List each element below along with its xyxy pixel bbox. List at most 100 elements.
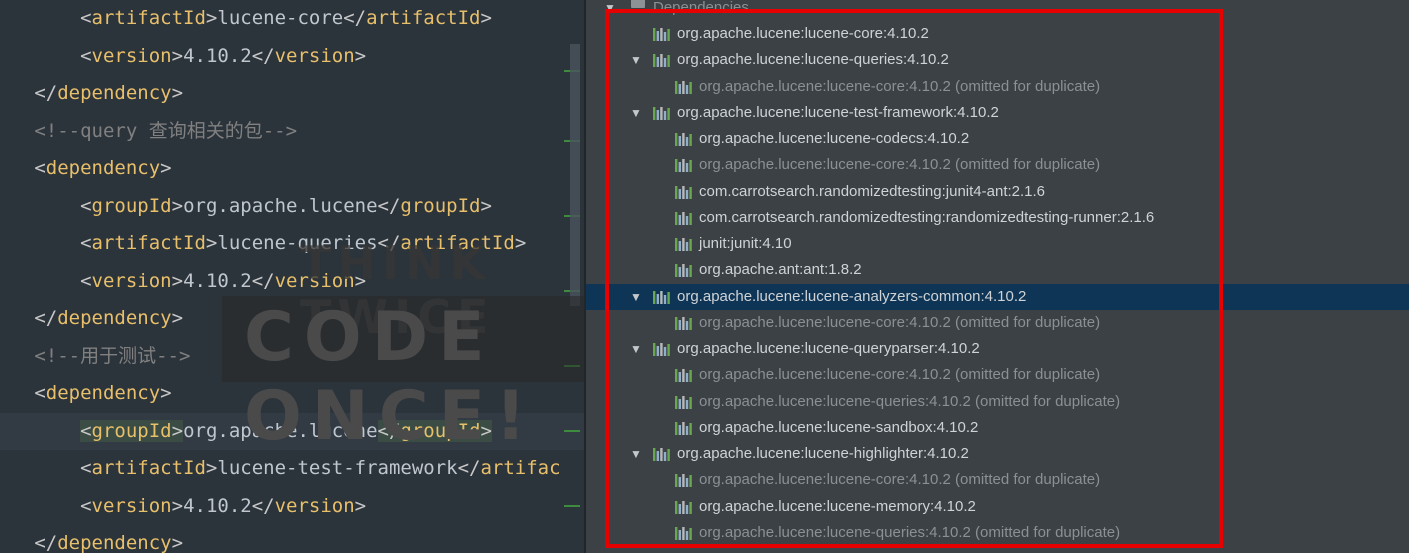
artifact-coordinate: org.apache.lucene:lucene-core:4.10.2: [699, 471, 951, 489]
artifact-coordinate: org.apache.lucene:lucene-analyzers-commo…: [677, 287, 1027, 305]
code-line[interactable]: <artifactId>lucene-core</artifactId>: [0, 0, 584, 37]
tree-node[interactable]: com.carrotsearch.randomizedtesting:junit…: [586, 179, 1409, 205]
tree-node[interactable]: ▼ org.apache.lucene:lucene-analyzers-comm…: [586, 283, 1409, 310]
folder-icon: [631, 0, 645, 8]
library-bars-icon: [653, 343, 670, 356]
code-line[interactable]: <dependency>: [0, 150, 584, 187]
artifact-coordinate: org.apache.lucene:lucene-highlighter:4.1…: [677, 445, 969, 462]
xml-bracket: >: [171, 420, 184, 442]
tree-node-label: org.apache.lucene:lucene-memory:4.10.2: [699, 494, 976, 520]
xml-tag-name: dependency: [57, 532, 172, 553]
library-bars-icon: [675, 133, 692, 146]
triangle-down-icon[interactable]: ▼: [630, 441, 642, 467]
artifact-coordinate: com.carrotsearch.randomizedtesting:junit…: [699, 182, 1046, 200]
change-marker: [564, 505, 580, 507]
xml-tag-name: groupId: [91, 195, 172, 217]
artifact-coordinate: org.apache.lucene:lucene-queryparser:4.1…: [677, 340, 980, 357]
tree-node[interactable]: org.apache.lucene:lucene-sandbox:4.10.2: [586, 415, 1409, 441]
xml-bracket: </: [251, 270, 275, 292]
xml-bracket: >: [171, 270, 184, 292]
tree-node[interactable]: ▼ org.apache.lucene:lucene-test-framework…: [586, 100, 1409, 126]
tree-node-label: org.apache.lucene:lucene-queries:4.10.2: [677, 47, 949, 73]
tree-node[interactable]: org.apache.lucene:lucene-queries:4.10.2 …: [586, 520, 1409, 546]
tree-node-label: org.apache.lucene:lucene-core:4.10.2 (om…: [699, 74, 1100, 100]
xml-tag-name: artifactId: [91, 457, 206, 479]
library-bars-icon: [675, 264, 692, 278]
code-line[interactable]: <!--query 查询相关的包-->: [0, 113, 584, 150]
xml-bracket: <: [80, 270, 92, 292]
code-line[interactable]: <version>4.10.2</version>: [0, 38, 584, 75]
xml-bracket: </: [377, 195, 401, 217]
xml-bracket: </: [34, 307, 58, 329]
omitted-note: (omitted for duplicate): [955, 77, 1101, 95]
xml-bracket: >: [205, 232, 218, 254]
tree-root-label: Dependencies: [653, 0, 749, 16]
omitted-note: (omitted for duplicate): [975, 392, 1121, 410]
tree-node[interactable]: com.carrotsearch.randomizedtesting:rando…: [586, 205, 1409, 231]
triangle-down-icon[interactable]: ▼: [630, 47, 642, 73]
xml-bracket: <: [80, 7, 92, 29]
tree-node[interactable]: org.apache.lucene:lucene-core:4.10.2 (om…: [586, 74, 1409, 100]
code-line[interactable]: </dependency>: [0, 75, 584, 112]
xml-bracket: <: [80, 495, 92, 517]
library-bars-icon: [675, 369, 692, 383]
tree-root-dependencies[interactable]: ▼ Dependencies: [586, 0, 1409, 21]
library-bars-icon: [675, 421, 692, 435]
xml-bracket: </: [343, 7, 367, 29]
xml-bracket: >: [171, 195, 184, 217]
artifact-coordinate: org.apache.lucene:lucene-core:4.10.2: [699, 77, 951, 95]
artifact-coordinate: org.apache.lucene:lucene-core:4.10.2: [699, 313, 951, 331]
library-bars-icon: [653, 106, 670, 120]
tree-node[interactable]: org.apache.lucene:lucene-core:4.10.2: [586, 21, 1409, 47]
artifact-coordinate: org.apache.lucene:lucene-codecs:4.10.2: [699, 130, 970, 147]
tree-node[interactable]: org.apache.lucene:lucene-memory:4.10.2: [586, 494, 1409, 520]
tree-node[interactable]: org.apache.lucene:lucene-codecs:4.10.2: [586, 126, 1409, 152]
triangle-down-icon[interactable]: ▼: [604, 0, 616, 21]
xml-bracket: <: [34, 157, 46, 179]
tree-node[interactable]: junit:junit:4.10: [586, 231, 1409, 257]
xml-bracket: >: [205, 7, 218, 29]
library-bars-icon: [675, 185, 692, 199]
code-editor[interactable]: <artifactId>lucene-core</artifactId> <ve…: [0, 0, 584, 553]
xml-value: lucene-core: [217, 7, 344, 29]
xml-value: org.apache.lucene: [183, 195, 378, 217]
triangle-down-icon[interactable]: ▼: [630, 100, 642, 126]
xml-tag-name: version: [91, 45, 172, 67]
xml-bracket: <: [80, 232, 92, 254]
tree-node[interactable]: org.apache.lucene:lucene-core:4.10.2 (om…: [586, 467, 1409, 493]
tree-node-label: org.apache.lucene:lucene-queries:4.10.2 …: [699, 389, 1120, 415]
xml-bracket: </: [251, 45, 275, 67]
library-bars-icon: [675, 395, 692, 409]
triangle-down-icon[interactable]: ▼: [630, 336, 642, 362]
omitted-note: (omitted for duplicate): [955, 366, 1101, 384]
library-bars-icon: [653, 448, 670, 461]
tree-node[interactable]: org.apache.lucene:lucene-core:4.10.2 (om…: [586, 362, 1409, 388]
xml-value: 4.10.2: [183, 495, 252, 517]
tree-node[interactable]: org.apache.lucene:lucene-queries:4.10.2 …: [586, 389, 1409, 415]
xml-bracket: <: [80, 420, 92, 442]
tree-node[interactable]: ▼ org.apache.lucene:lucene-queryparser:4.…: [586, 336, 1409, 362]
xml-tag-name: version: [91, 495, 172, 517]
tree-node[interactable]: org.apache.lucene:lucene-core:4.10.2 (om…: [586, 310, 1409, 336]
tree-node[interactable]: ▼ org.apache.lucene:lucene-highlighter:4.…: [586, 441, 1409, 467]
xml-bracket: </: [457, 457, 481, 479]
code-line[interactable]: <version>4.10.2</version>: [0, 488, 584, 525]
dependency-tree[interactable]: ▼ Dependencies org.apache.lucene:lucene-…: [586, 0, 1409, 553]
library-bars-icon: [653, 54, 670, 68]
xml-bracket: </: [251, 495, 275, 517]
xml-bracket: <: [80, 457, 92, 479]
tree-node-label: org.apache.lucene:lucene-test-framework:…: [677, 100, 999, 126]
triangle-down-icon[interactable]: ▼: [630, 284, 642, 310]
xml-tag-name: groupId: [400, 195, 481, 217]
xml-value: 4.10.2: [183, 45, 252, 67]
xml-bracket: >: [160, 157, 172, 179]
xml-tag-name: dependency: [45, 382, 161, 404]
tree-node[interactable]: org.apache.ant:ant:1.8.2: [586, 257, 1409, 283]
code-line[interactable]: </dependency>: [0, 525, 584, 553]
xml-bracket: >: [354, 45, 367, 67]
code-line[interactable]: <groupId>org.apache.lucene</groupId>: [0, 188, 584, 225]
xml-bracket: >: [160, 382, 172, 404]
tree-node[interactable]: org.apache.lucene:lucene-core:4.10.2 (om…: [586, 152, 1409, 178]
tree-node[interactable]: ▼ org.apache.lucene:lucene-queries:4.10.2: [586, 47, 1409, 73]
library-bars-icon: [675, 526, 692, 540]
